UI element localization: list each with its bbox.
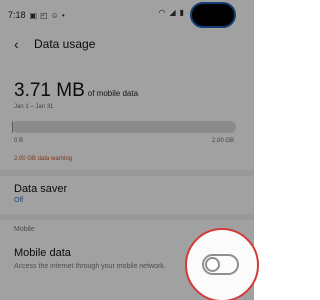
mobile-data-toggle[interactable] xyxy=(202,254,239,275)
toggle-knob xyxy=(205,257,220,272)
